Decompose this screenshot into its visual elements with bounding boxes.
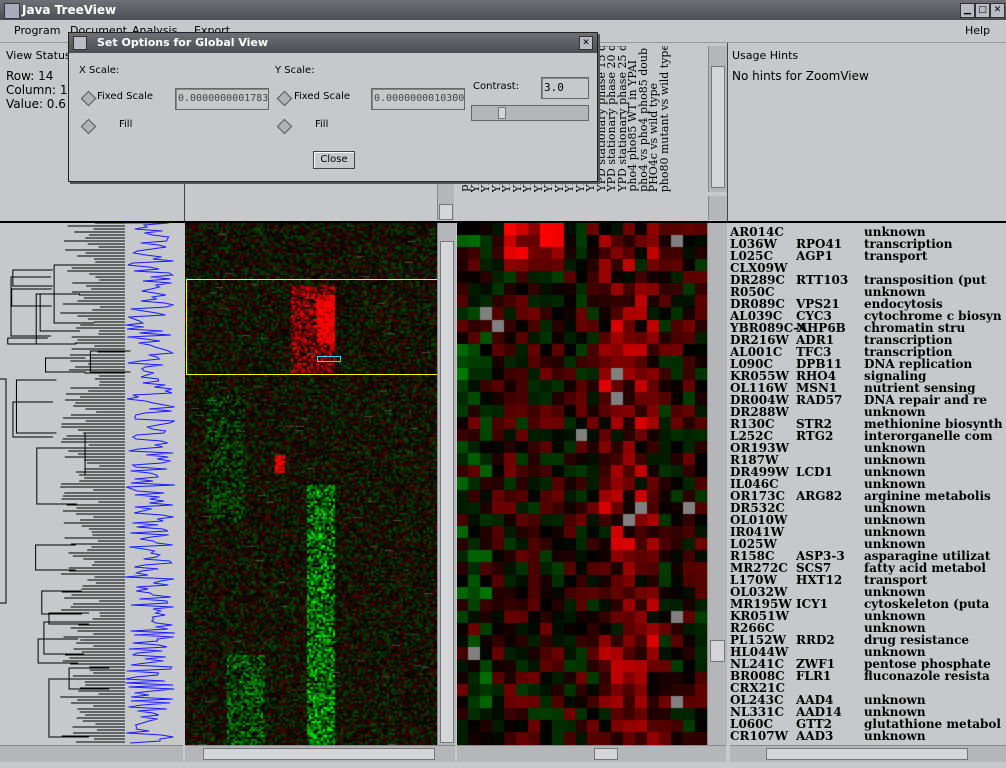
gene-tree-panel[interactable] bbox=[0, 222, 183, 745]
contrast-label: Contrast: bbox=[473, 81, 520, 92]
close-dialog-button[interactable]: Close bbox=[313, 151, 355, 169]
array-label[interactable]: pho80 mutant vs wild type bbox=[658, 46, 671, 192]
x-fill-label: Fill bbox=[119, 119, 133, 130]
zoom-vscroll[interactable] bbox=[707, 223, 727, 745]
app-icon[interactable] bbox=[4, 3, 20, 19]
gene-name: RRD2 bbox=[796, 633, 835, 647]
gene-name: LCD1 bbox=[796, 465, 833, 479]
minimize-button[interactable]: ▁ bbox=[960, 3, 975, 18]
global-view-options-dialog: Set Options for Global View ✕ X Scale: Y… bbox=[68, 32, 598, 182]
contrast-input[interactable]: 3.0 bbox=[541, 77, 589, 99]
y-fixed-scale-label: Fixed Scale bbox=[294, 91, 350, 102]
x-fixed-scale-radio[interactable] bbox=[80, 90, 97, 107]
genes-hscroll-thumb[interactable] bbox=[766, 748, 968, 760]
dialog-close-icon[interactable]: ✕ bbox=[579, 36, 593, 50]
gene-name: RTT103 bbox=[796, 273, 849, 287]
global-hscroll[interactable] bbox=[185, 745, 455, 762]
zoom-hscroll-thumb[interactable] bbox=[594, 748, 618, 760]
gene-description: unknown bbox=[864, 729, 926, 743]
gene-name: FLR1 bbox=[796, 669, 832, 683]
maximize-button[interactable]: □ bbox=[975, 3, 990, 18]
array-spinner[interactable] bbox=[708, 196, 727, 220]
menu-program[interactable]: Program bbox=[14, 24, 60, 37]
gene-list[interactable]: AR014C unknown L036W RPO41 transcription L025… bbox=[730, 224, 1006, 744]
global-hscroll-thumb[interactable] bbox=[203, 748, 435, 760]
hints-text: No hints for ZoomView bbox=[732, 69, 869, 83]
status-column: Column: 1 bbox=[6, 83, 68, 97]
gene-name: HXT12 bbox=[796, 573, 843, 587]
header-vscroll-thumb[interactable] bbox=[439, 204, 453, 220]
zoom-selection[interactable] bbox=[186, 279, 438, 375]
gene-tree bbox=[0, 222, 183, 745]
gene-name: RAD57 bbox=[796, 393, 843, 407]
x-scale-input[interactable]: 0.0000000001783 bbox=[175, 88, 269, 110]
status-title: View Status bbox=[6, 49, 71, 62]
dialog-title-bar[interactable]: Set Options for Global View ✕ bbox=[69, 33, 597, 53]
hints-title: Usage Hints bbox=[732, 49, 799, 62]
status-value: Value: 0.6 bbox=[6, 97, 66, 111]
gene-name: RTG2 bbox=[796, 429, 834, 443]
zoom-heatmap-canvas[interactable] bbox=[457, 223, 707, 745]
close-button[interactable]: ✕ bbox=[990, 3, 1005, 18]
array-vscroll[interactable] bbox=[708, 46, 727, 192]
global-heatmap[interactable] bbox=[185, 223, 438, 745]
zoom-vscroll-thumb[interactable] bbox=[710, 640, 725, 662]
zoom-hscroll[interactable] bbox=[457, 745, 726, 762]
dialog-menu-icon[interactable] bbox=[73, 36, 87, 50]
window-title-bar[interactable]: Java TreeView ▁ □ ✕ bbox=[0, 0, 1006, 20]
genes-hscroll[interactable] bbox=[730, 745, 1006, 762]
window-title: Java TreeView bbox=[22, 3, 117, 17]
cursor-marker bbox=[317, 356, 341, 362]
global-vscroll-thumb[interactable] bbox=[440, 241, 454, 743]
y-fixed-scale-radio[interactable] bbox=[276, 90, 293, 107]
array-vscroll-thumb[interactable] bbox=[711, 66, 725, 188]
status-row: Row: 14 bbox=[6, 69, 54, 83]
gene-description: fluconazole resista bbox=[864, 669, 990, 683]
y-fill-radio[interactable] bbox=[276, 118, 293, 135]
menu-help[interactable]: Help bbox=[965, 24, 990, 37]
y-scale-label: Y Scale: bbox=[275, 65, 315, 76]
contrast-slider-thumb[interactable] bbox=[498, 107, 506, 119]
gene-id: CR107W bbox=[730, 729, 789, 743]
gene-name: AAD3 bbox=[796, 729, 834, 743]
zoom-heatmap[interactable] bbox=[457, 223, 707, 745]
tree-hscroll[interactable] bbox=[0, 745, 183, 762]
y-scale-input[interactable]: 0.0000000010300 bbox=[371, 88, 465, 110]
x-fixed-scale-label: Fixed Scale bbox=[97, 91, 153, 102]
contrast-slider[interactable] bbox=[471, 105, 589, 121]
hints-panel: Usage Hints No hints for ZoomView bbox=[727, 43, 1006, 221]
gene-name: ARG82 bbox=[796, 489, 843, 503]
gene-description: transport bbox=[864, 249, 928, 263]
gene-name: ICY1 bbox=[796, 597, 829, 611]
dialog-title: Set Options for Global View bbox=[97, 36, 269, 49]
global-vscroll[interactable] bbox=[437, 223, 456, 745]
x-fill-radio[interactable] bbox=[80, 118, 97, 135]
x-scale-label: X Scale: bbox=[79, 65, 120, 76]
gene-name: AGP1 bbox=[796, 249, 833, 263]
y-fill-label: Fill bbox=[315, 119, 329, 130]
